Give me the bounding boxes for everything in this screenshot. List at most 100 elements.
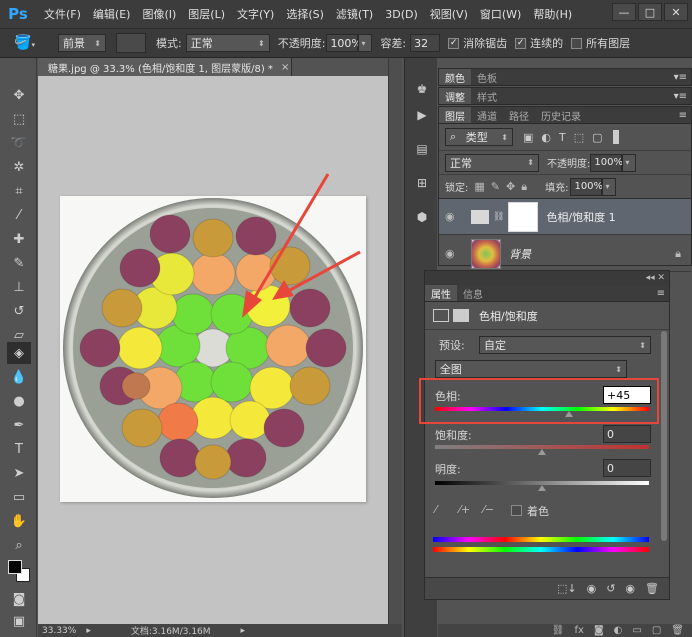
link-layers-icon[interactable]: ⛓ bbox=[552, 625, 565, 636]
layer-filter-select[interactable]: ⌕ 类型 ⬍ bbox=[445, 128, 513, 146]
link-icon[interactable]: ⛓ bbox=[493, 212, 504, 222]
delete-icon[interactable]: 🗑︎ bbox=[645, 582, 659, 595]
lock-image-icon[interactable]: ✎ bbox=[491, 180, 500, 193]
vertical-scrollbar[interactable] bbox=[388, 58, 402, 624]
lock-transparent-icon[interactable]: ▦ bbox=[474, 180, 484, 193]
adjustment-layer-icon bbox=[471, 209, 489, 224]
tab-history[interactable]: 历史记录 bbox=[535, 107, 587, 123]
panel-collapse-icon[interactable]: ◂◂ ✕ bbox=[425, 271, 669, 285]
properties-panel: ◂◂ ✕ 属性 信息 ≡ 色相/饱和度 预设: 自定⬍ ☝↔ 全图⬍ 色相: +… bbox=[419, 270, 670, 600]
filter-shape-icon[interactable]: ⬚ bbox=[574, 131, 584, 144]
channel-value: 全图 bbox=[439, 363, 462, 376]
history-panel-icon[interactable]: ♚ bbox=[412, 80, 432, 98]
search-icon: ⌕ bbox=[450, 130, 457, 143]
toggle-visibility-icon[interactable]: ◉ bbox=[625, 582, 635, 595]
lock-icon: 🔒︎ bbox=[675, 246, 681, 260]
panel-menu-icon[interactable]: ▾≡ bbox=[674, 91, 687, 102]
lightness-slider-handle[interactable] bbox=[538, 485, 546, 491]
eye-icon[interactable]: ◉ bbox=[445, 210, 461, 223]
layers-panel: 图层 通道 路径 历史记录 ≡ ⌕ 类型 ⬍ ▣ ◐ T ⬚ ▢ 正常 ⬍ 不透明度:… bbox=[438, 106, 692, 272]
clone-source-icon[interactable]: ⊞ bbox=[412, 174, 432, 192]
tab-swatches[interactable]: 色板 bbox=[471, 69, 503, 85]
document-size: 文档:3.16M/3.16M bbox=[130, 627, 211, 637]
saturation-input[interactable]: 0 bbox=[603, 425, 651, 443]
fill-label: 填充: bbox=[545, 183, 569, 194]
filter-adjustment-icon[interactable]: ◐ bbox=[541, 131, 551, 144]
filter-smart-icon[interactable]: ▢ bbox=[592, 131, 602, 144]
chevron-down-icon: ⬍ bbox=[639, 340, 646, 350]
status-info-icon[interactable]: ▸ bbox=[86, 626, 91, 636]
lock-all-icon[interactable]: 🔒︎ bbox=[521, 180, 527, 194]
colorize-checkbox[interactable] bbox=[511, 505, 522, 516]
clip-to-layer-icon[interactable]: ⬚↓ bbox=[557, 582, 577, 595]
layer-opacity-input[interactable]: 100% bbox=[590, 153, 623, 172]
tab-paths[interactable]: 路径 bbox=[503, 107, 535, 123]
view-previous-icon[interactable]: ◉ bbox=[587, 582, 597, 595]
hue-slider-handle[interactable] bbox=[564, 411, 573, 417]
properties-title: 色相/饱和度 bbox=[479, 309, 538, 323]
adjustments-panel: 调整 样式 ▾≡ bbox=[438, 87, 692, 105]
fill-input[interactable]: 100% bbox=[570, 177, 603, 196]
panel-menu-icon[interactable]: ≡ bbox=[679, 110, 687, 121]
mask-icon[interactable] bbox=[453, 309, 469, 322]
layer-opacity-label: 不透明度: bbox=[547, 159, 591, 170]
tab-properties[interactable]: 属性 bbox=[425, 285, 457, 301]
new-layer-icon[interactable]: ▢ bbox=[652, 625, 661, 636]
fx-icon[interactable]: fx bbox=[575, 625, 584, 636]
fill-dropdown[interactable]: ▾ bbox=[602, 177, 617, 196]
layer-thumbnail bbox=[471, 238, 501, 269]
tab-adjustments[interactable]: 调整 bbox=[439, 88, 471, 104]
tab-layers[interactable]: 图层 bbox=[439, 107, 471, 123]
lock-position-icon[interactable]: ✥ bbox=[506, 180, 515, 193]
color-panel: 颜色 色板 ▾≡ bbox=[438, 68, 692, 86]
layer-mask-thumbnail[interactable] bbox=[508, 201, 539, 232]
channel-select[interactable]: 全图 ⬍ bbox=[434, 360, 627, 378]
brush-panel-icon[interactable]: ▤ bbox=[412, 140, 432, 158]
adjustment-icon[interactable] bbox=[433, 309, 449, 322]
annotation-arrow-line bbox=[289, 250, 361, 292]
annotation-arrow-line bbox=[250, 173, 330, 303]
panel-menu-icon[interactable]: ▾≡ bbox=[674, 72, 687, 83]
new-group-icon[interactable]: ▭ bbox=[632, 625, 641, 636]
preset-label: 预设: bbox=[439, 339, 465, 352]
tab-info[interactable]: 信息 bbox=[457, 285, 489, 301]
actions-panel-icon[interactable]: ▶ bbox=[412, 106, 432, 124]
eyedropper-plus-icon[interactable]: ⁄+ bbox=[459, 503, 470, 516]
layer-name: 背景 bbox=[509, 247, 531, 261]
blend-mode-select[interactable]: 正常 ⬍ bbox=[445, 153, 539, 172]
saturation-slider-handle[interactable] bbox=[538, 449, 546, 455]
tab-styles[interactable]: 样式 bbox=[471, 88, 503, 104]
layer-row-background[interactable]: ◉ 背景 🔒︎ bbox=[439, 236, 691, 272]
layer-opacity-dropdown[interactable]: ▾ bbox=[622, 153, 637, 172]
eyedropper-minus-icon[interactable]: ⁄− bbox=[483, 503, 494, 516]
tab-channels[interactable]: 通道 bbox=[471, 107, 503, 123]
reset-icon[interactable]: ↺ bbox=[606, 582, 615, 595]
hue-input[interactable]: +45 bbox=[603, 386, 651, 404]
chevron-down-icon: ⬍ bbox=[501, 132, 508, 142]
3d-panel-icon[interactable]: ⬢ bbox=[412, 208, 432, 226]
filter-pixel-icon[interactable]: ▣ bbox=[523, 131, 533, 144]
status-bar: 33.33% ▸ 文档:3.16M/3.16M ▸ bbox=[38, 624, 402, 637]
new-adjustment-icon[interactable]: ◐ bbox=[614, 625, 623, 636]
hue-source-bar bbox=[433, 547, 649, 552]
preset-value: 自定 bbox=[484, 339, 506, 352]
filter-type-icon[interactable]: T bbox=[559, 131, 566, 144]
panel-menu-icon[interactable]: ≡ bbox=[657, 288, 665, 299]
lightness-input[interactable]: 0 bbox=[603, 459, 651, 477]
add-mask-icon[interactable]: ◙ bbox=[594, 625, 604, 636]
hue-slider-track[interactable] bbox=[435, 407, 649, 411]
filter-toggle-icon[interactable] bbox=[612, 130, 619, 144]
hue-label: 色相: bbox=[435, 390, 461, 403]
zoom-level[interactable]: 33.33% bbox=[42, 626, 76, 636]
tab-color[interactable]: 颜色 bbox=[439, 69, 471, 85]
properties-scrollbar[interactable] bbox=[661, 331, 667, 541]
delete-layer-icon[interactable]: 🗑︎ bbox=[671, 625, 684, 636]
layer-row-hue-saturation[interactable]: ◉ ⛓ 色相/饱和度 1 bbox=[439, 199, 691, 235]
layer-name: 色相/饱和度 1 bbox=[546, 210, 616, 224]
eye-icon[interactable]: ◉ bbox=[445, 247, 461, 260]
eyedropper-icon[interactable]: ⁄ bbox=[435, 503, 437, 516]
hue-result-bar bbox=[433, 537, 649, 542]
status-menu-icon[interactable]: ▸ bbox=[241, 626, 246, 636]
preset-select[interactable]: 自定 ⬍ bbox=[479, 336, 651, 354]
lock-label: 锁定: bbox=[445, 183, 469, 194]
